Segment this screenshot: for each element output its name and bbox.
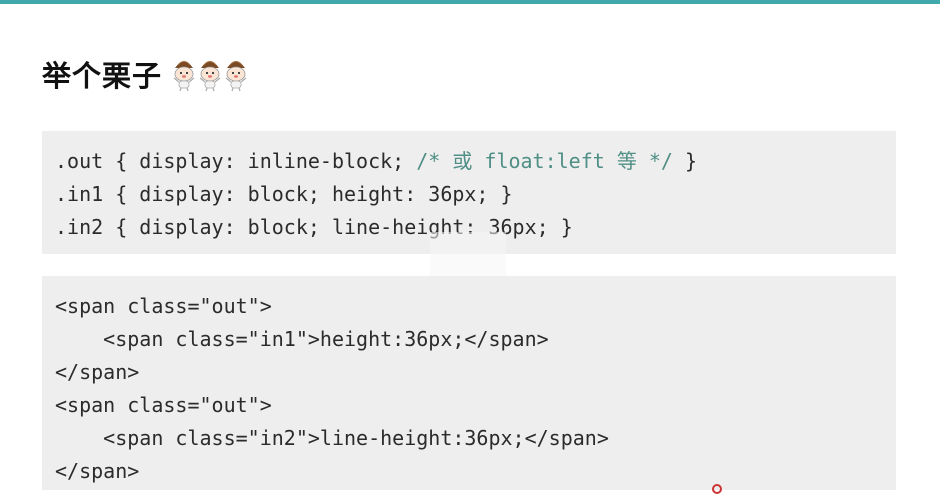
top-accent-bar [0, 0, 940, 4]
chestnut-emoji-icon [173, 61, 195, 92]
css-code-line: .out { display: inline-block; /* 或 float… [55, 145, 883, 178]
chestnut-emoji-icon [225, 61, 247, 92]
css-code-line: .in1 { display: block; height: 36px; } [55, 178, 883, 211]
html-code-line: <span class="out"> [55, 294, 272, 318]
code-text: } [672, 149, 698, 173]
code-comment: /* 或 float:left 等 */ [416, 149, 673, 173]
code-text: .out { display: inline-block; [55, 149, 417, 173]
page-title: 举个栗子 [42, 59, 163, 93]
slide-heading: 举个栗子 [42, 52, 248, 96]
html-code-line: </span> [55, 459, 140, 483]
chestnut-emoji-icon [199, 61, 221, 92]
html-code-line: <span class="out"> [55, 393, 272, 417]
html-code-block: <span class="out"> <span class="in1">hei… [42, 276, 896, 490]
emoji-group [172, 56, 248, 92]
html-code-line: <span class="in1">height:36px;</span> [55, 327, 549, 351]
code-text: .in1 { display: block; height: 36px; } [55, 182, 513, 206]
pointer-cursor-icon [712, 484, 722, 494]
html-code-line: <span class="in2">line-height:36px;</spa… [55, 426, 609, 450]
html-code-line: </span> [55, 360, 140, 384]
